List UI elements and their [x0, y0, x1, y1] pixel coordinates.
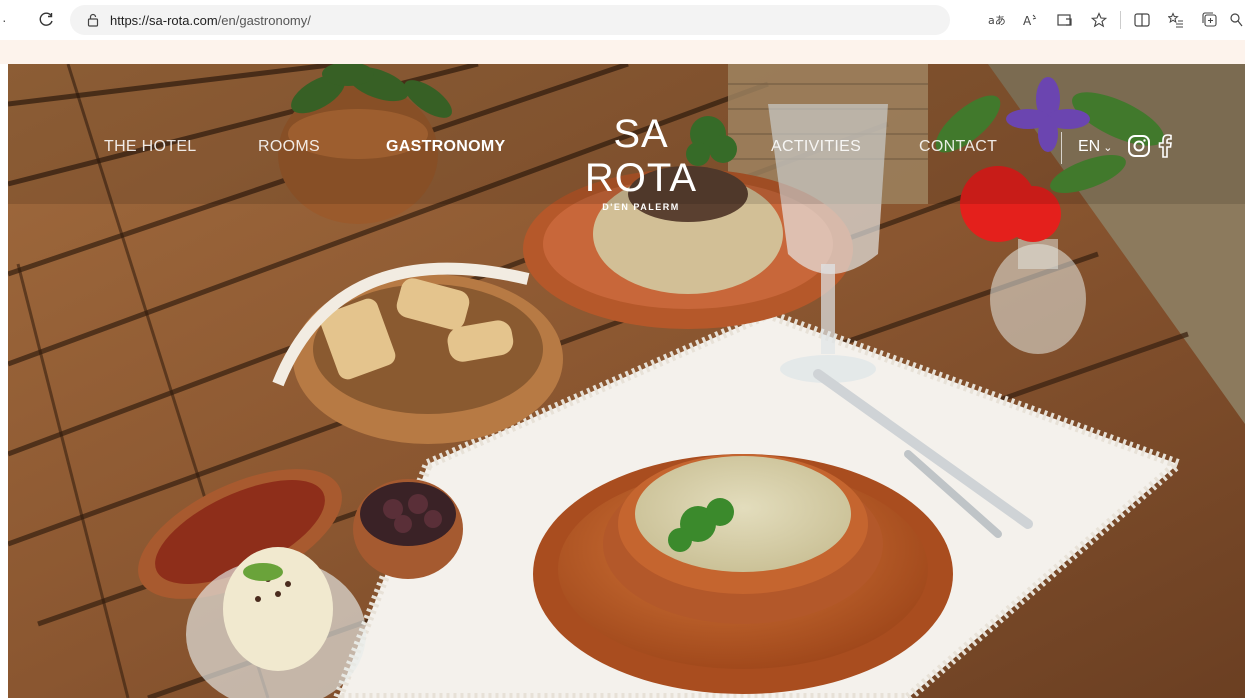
- logo-main-text: SA ROTA: [584, 112, 698, 200]
- extensions-button[interactable]: [1227, 5, 1245, 35]
- url-host: https://sa-rota.com: [110, 12, 218, 28]
- url-path: /en/gastronomy/: [217, 12, 311, 28]
- reload-button[interactable]: [32, 6, 60, 34]
- chevron-down-icon: ⌄: [1103, 142, 1113, 154]
- site-logo[interactable]: SA ROTA D'EN PALERM: [556, 112, 726, 212]
- star-icon: [1091, 12, 1107, 28]
- site-top-strip: [0, 40, 1245, 64]
- translate-button[interactable]: aあ: [980, 5, 1014, 35]
- browser-actions: aあ A: [980, 0, 1245, 40]
- address-bar[interactable]: https://sa-rota.com/en/gastronomy/: [70, 5, 950, 35]
- nav-activities[interactable]: ACTIVITIES: [771, 138, 861, 156]
- facebook-link[interactable]: [1157, 134, 1181, 158]
- nav-the-hotel[interactable]: THE HOTEL: [104, 138, 197, 156]
- back-button[interactable]: ·: [2, 12, 12, 28]
- read-aloud-icon: A: [1023, 14, 1037, 27]
- favorites-list-icon: [1168, 12, 1183, 28]
- collections-icon: [1202, 12, 1217, 27]
- toolbar-separator: [1120, 11, 1121, 29]
- translate-icon: aあ: [988, 14, 1006, 27]
- logo-sub-text: D'EN PALERM: [602, 202, 680, 212]
- site-nav: THE HOTEL ROOMS GASTRONOMY SA ROTA D'EN …: [0, 64, 1245, 224]
- extension-icon: [1230, 13, 1243, 27]
- split-screen-icon: [1134, 13, 1150, 27]
- immersive-reader-icon: [1057, 14, 1072, 26]
- instagram-icon: [1128, 135, 1150, 157]
- split-screen-button[interactable]: [1125, 5, 1159, 35]
- nav-divider: [1061, 132, 1062, 164]
- svg-text:aあ: aあ: [988, 14, 1006, 27]
- language-label: EN: [1078, 138, 1101, 155]
- nav-rooms[interactable]: ROOMS: [258, 138, 320, 156]
- nav-contact[interactable]: CONTACT: [919, 138, 997, 156]
- facebook-icon: [1158, 134, 1172, 158]
- favorite-button[interactable]: [1082, 5, 1116, 35]
- site-info-icon[interactable]: [86, 13, 100, 27]
- language-selector[interactable]: EN ⌄: [1078, 138, 1112, 156]
- browser-nav-controls: · https://sa-rota.com/en/gastronomy/: [0, 5, 950, 35]
- collections-button[interactable]: [1193, 5, 1227, 35]
- read-aloud-button[interactable]: A: [1014, 5, 1048, 35]
- browser-toolbar: · https://sa-rota.com/en/gastronomy/ aあ …: [0, 0, 1245, 40]
- favorites-button[interactable]: [1159, 5, 1193, 35]
- immersive-reader-button[interactable]: [1048, 5, 1082, 35]
- reload-icon: [39, 12, 53, 26]
- nav-gastronomy[interactable]: GASTRONOMY: [386, 138, 505, 156]
- svg-text:A: A: [1023, 14, 1032, 27]
- instagram-link[interactable]: [1127, 134, 1151, 158]
